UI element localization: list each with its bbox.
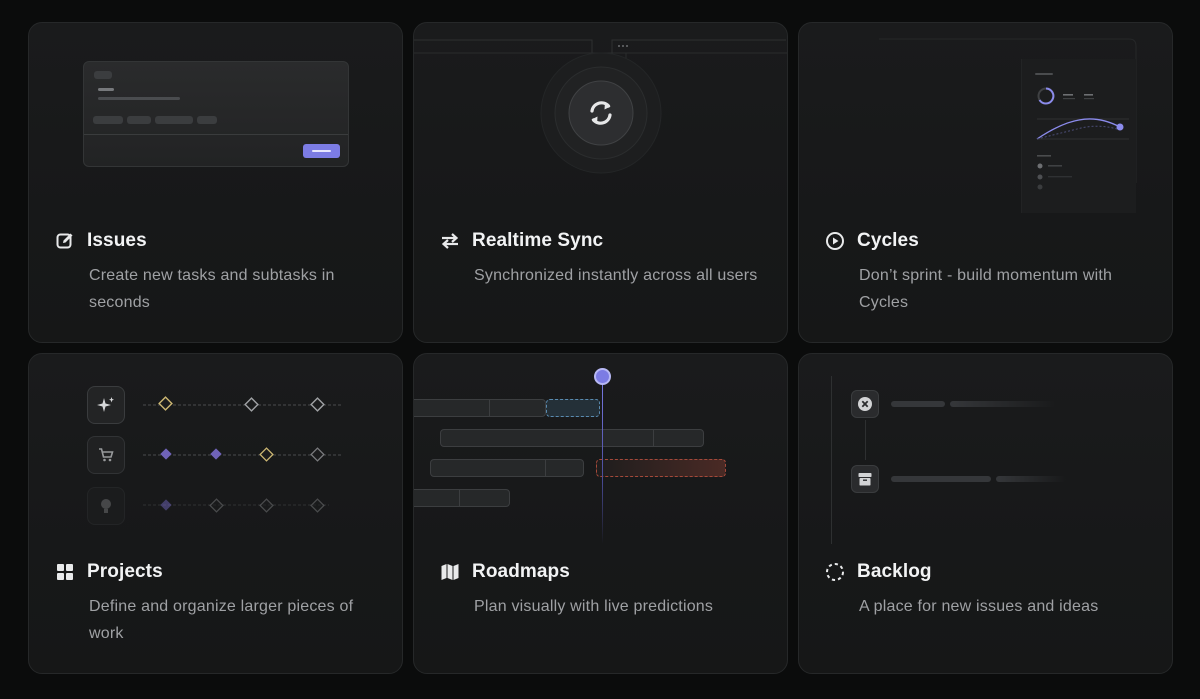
cycles-illustration (799, 23, 1172, 213)
card-cycles[interactable]: Cycles Don’t sprint - build momentum wit… (798, 22, 1173, 343)
backlog-illustration (799, 354, 1172, 544)
projects-illustration (29, 354, 402, 544)
roadmaps-illustration (414, 354, 787, 544)
archive-box-icon (851, 465, 879, 493)
today-marker (602, 376, 603, 544)
card-roadmaps[interactable]: Roadmaps Plan visually with live predict… (413, 353, 788, 674)
card-title: Backlog (857, 561, 932, 582)
map-icon (440, 562, 460, 582)
card-title: Cycles (857, 230, 919, 251)
card-description: Create new tasks and subtasks in seconds (89, 267, 335, 311)
dashed-circle-icon (825, 562, 845, 582)
card-description: Define and organize larger pieces of wor… (89, 598, 354, 642)
card-issues[interactable]: Issues Create new tasks and subtasks in … (28, 22, 403, 343)
card-description: Plan visually with live predictions (474, 598, 714, 615)
issue-editor-window (83, 61, 349, 167)
feature-grid: Issues Create new tasks and subtasks in … (28, 22, 1175, 674)
card-title: Realtime Sync (472, 230, 604, 251)
create-issue-button (303, 144, 340, 158)
play-circle-icon (825, 231, 845, 251)
card-projects[interactable]: Projects Define and organize larger piec… (28, 353, 403, 674)
today-marker-handle[interactable] (594, 368, 611, 385)
card-title: Roadmaps (472, 561, 570, 582)
cancel-circle-icon (851, 390, 879, 418)
card-description: Don’t sprint - build momentum with Cycle… (859, 267, 1113, 311)
arrows-exchange-icon (440, 231, 460, 251)
card-description: Synchronized instantly across all users (474, 267, 758, 284)
card-description: A place for new issues and ideas (859, 598, 1099, 615)
card-title: Projects (87, 561, 163, 582)
card-backlog[interactable]: Backlog A place for new issues and ideas (798, 353, 1173, 674)
issues-illustration (29, 23, 402, 213)
card-realtime-sync[interactable]: Realtime Sync Synchronized instantly acr… (413, 22, 788, 343)
sync-refresh-icon (584, 96, 618, 130)
grid-squares-icon (55, 562, 75, 582)
edit-square-icon (55, 231, 75, 251)
card-title: Issues (87, 230, 147, 251)
sync-illustration (414, 23, 787, 213)
